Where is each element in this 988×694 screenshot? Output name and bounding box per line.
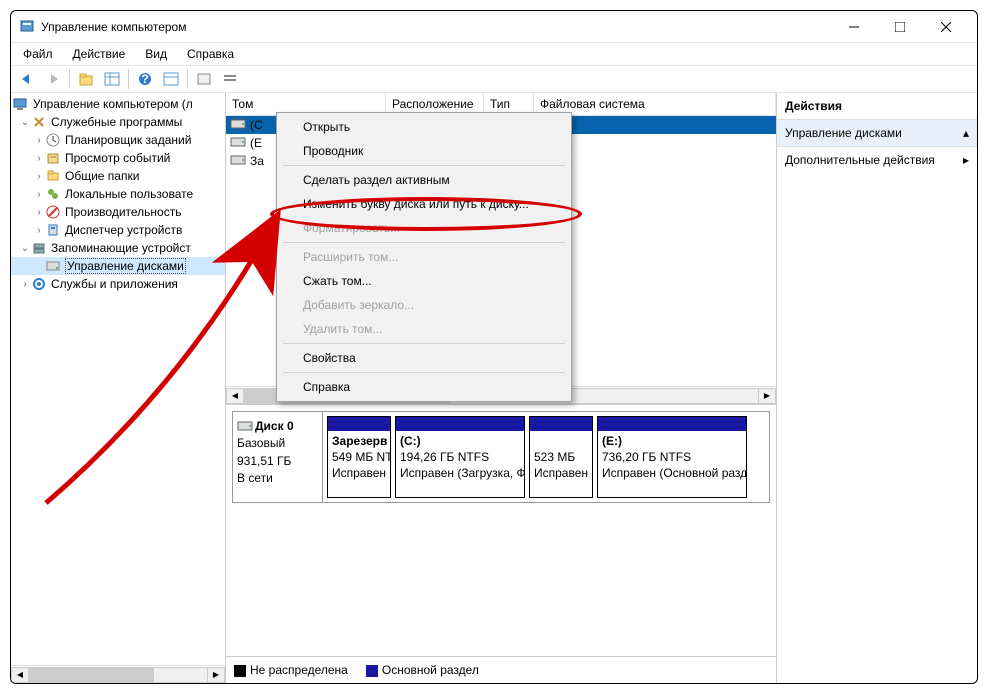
action-button[interactable] xyxy=(192,67,216,91)
menu-item: Добавить зеркало... xyxy=(279,293,569,317)
tree-item[interactable]: ›Локальные пользовате xyxy=(11,185,225,203)
navigation-tree: Управление компьютером (л ⌄ Служебные пр… xyxy=(11,93,226,683)
menu-help[interactable]: Справка xyxy=(179,45,242,63)
menu-item[interactable]: Сделать раздел активным xyxy=(279,168,569,192)
computer-icon xyxy=(13,96,29,112)
tree-services[interactable]: › Службы и приложения xyxy=(11,275,225,293)
scroll-right-icon[interactable]: ▶ xyxy=(758,388,776,404)
tree-item[interactable]: ›Производительность xyxy=(11,203,225,221)
disk-icon xyxy=(45,258,61,274)
tree-root[interactable]: Управление компьютером (л xyxy=(11,95,225,113)
volume-pane: Том Расположение Тип Файловая система (C… xyxy=(226,93,777,683)
item-icon xyxy=(45,168,61,184)
window-title: Управление компьютером xyxy=(41,20,831,34)
app-icon xyxy=(19,19,35,35)
forward-button[interactable] xyxy=(41,67,65,91)
menu-item[interactable]: Сжать том... xyxy=(279,269,569,293)
item-icon xyxy=(45,150,61,166)
partition[interactable]: (C:)194,26 ГБ NTFSИсправен (Загрузка, Фа… xyxy=(395,416,525,498)
collapse-icon[interactable]: ⌄ xyxy=(19,117,31,128)
tree-disk-management[interactable]: Управление дисками xyxy=(11,257,225,275)
legend-primary: Основной раздел xyxy=(366,663,479,677)
item-icon xyxy=(45,132,61,148)
menu-file[interactable]: Файл xyxy=(15,45,61,63)
drive-icon xyxy=(230,136,246,150)
expand-icon[interactable]: › xyxy=(33,225,45,236)
actions-section[interactable]: Управление дисками ▴ xyxy=(777,120,977,147)
menu-item[interactable]: Изменить букву диска или путь к диску... xyxy=(279,192,569,216)
toolbar: ? xyxy=(11,65,977,93)
item-icon xyxy=(45,186,61,202)
list-button[interactable] xyxy=(218,67,242,91)
partition[interactable]: Зарезерв549 МБ NTFSИсправен xyxy=(327,416,391,498)
back-button[interactable] xyxy=(15,67,39,91)
menu-item: Расширить том... xyxy=(279,245,569,269)
menu-item: Удалить том... xyxy=(279,317,569,341)
view-button[interactable] xyxy=(100,67,124,91)
actions-pane: Действия Управление дисками ▴ Дополнител… xyxy=(777,93,977,683)
tree-item[interactable]: ›Просмотр событий xyxy=(11,149,225,167)
tree-item[interactable]: ›Общие папки xyxy=(11,167,225,185)
item-icon xyxy=(45,204,61,220)
expand-icon[interactable]: › xyxy=(33,153,45,164)
tree-item[interactable]: ›Диспетчер устройств xyxy=(11,221,225,239)
menu-view[interactable]: Вид xyxy=(137,45,175,63)
minimize-button[interactable] xyxy=(831,12,877,42)
disk-info[interactable]: Диск 0 Базовый 931,51 ГБ В сети xyxy=(233,412,323,502)
tree-item[interactable]: ›Планировщик заданий xyxy=(11,131,225,149)
menubar: Файл Действие Вид Справка xyxy=(11,43,977,65)
drive-icon xyxy=(237,420,253,434)
partition[interactable]: (E:)736,20 ГБ NTFSИсправен (Основной раз… xyxy=(597,416,747,498)
menu-item[interactable]: Открыть xyxy=(279,115,569,139)
collapse-icon: ▴ xyxy=(963,126,969,140)
main-window: Управление компьютером Файл Действие Вид… xyxy=(10,10,978,684)
scroll-left-icon[interactable]: ◀ xyxy=(226,388,244,404)
help-button[interactable]: ? xyxy=(133,67,157,91)
titlebar: Управление компьютером xyxy=(11,11,977,43)
drive-icon xyxy=(230,154,246,168)
legend: Не распределена Основной раздел xyxy=(226,656,776,683)
up-button[interactable] xyxy=(74,67,98,91)
drive-icon xyxy=(230,118,246,132)
menu-item[interactable]: Проводник xyxy=(279,139,569,163)
expand-icon[interactable]: › xyxy=(33,171,45,182)
legend-unallocated: Не распределена xyxy=(234,663,348,677)
menu-action[interactable]: Действие xyxy=(65,45,134,63)
scroll-left-icon[interactable]: ◀ xyxy=(11,667,29,683)
context-menu: ОткрытьПроводник Сделать раздел активнымИ… xyxy=(276,112,572,402)
actions-more[interactable]: Дополнительные действия ▸ xyxy=(777,147,977,173)
chevron-right-icon: ▸ xyxy=(963,153,969,167)
services-icon xyxy=(31,276,47,292)
maximize-button[interactable] xyxy=(877,12,923,42)
tools-icon xyxy=(31,114,47,130)
expand-icon[interactable]: › xyxy=(33,189,45,200)
item-icon xyxy=(45,222,61,238)
scroll-right-icon[interactable]: ▶ xyxy=(207,667,225,683)
tree-storage[interactable]: ⌄ Запоминающие устройст xyxy=(11,239,225,257)
partition[interactable]: 523 МБИсправен xyxy=(529,416,593,498)
storage-icon xyxy=(31,240,47,256)
svg-text:?: ? xyxy=(141,72,148,86)
menu-item[interactable]: Свойства xyxy=(279,346,569,370)
expand-icon[interactable]: › xyxy=(33,135,45,146)
left-hscroll[interactable]: ◀ ▶ xyxy=(11,665,225,683)
close-button[interactable] xyxy=(923,12,969,42)
expand-icon[interactable]: › xyxy=(19,279,31,290)
disk-map: Диск 0 Базовый 931,51 ГБ В сети Зарезерв… xyxy=(226,404,776,509)
actions-header: Действия xyxy=(777,93,977,120)
expand-icon[interactable]: › xyxy=(33,207,45,218)
collapse-icon[interactable]: ⌄ xyxy=(19,243,31,254)
refresh-button[interactable] xyxy=(159,67,183,91)
menu-item: Форматировать... xyxy=(279,216,569,240)
menu-item[interactable]: Справка xyxy=(279,375,569,399)
tree-system-tools[interactable]: ⌄ Служебные программы xyxy=(11,113,225,131)
